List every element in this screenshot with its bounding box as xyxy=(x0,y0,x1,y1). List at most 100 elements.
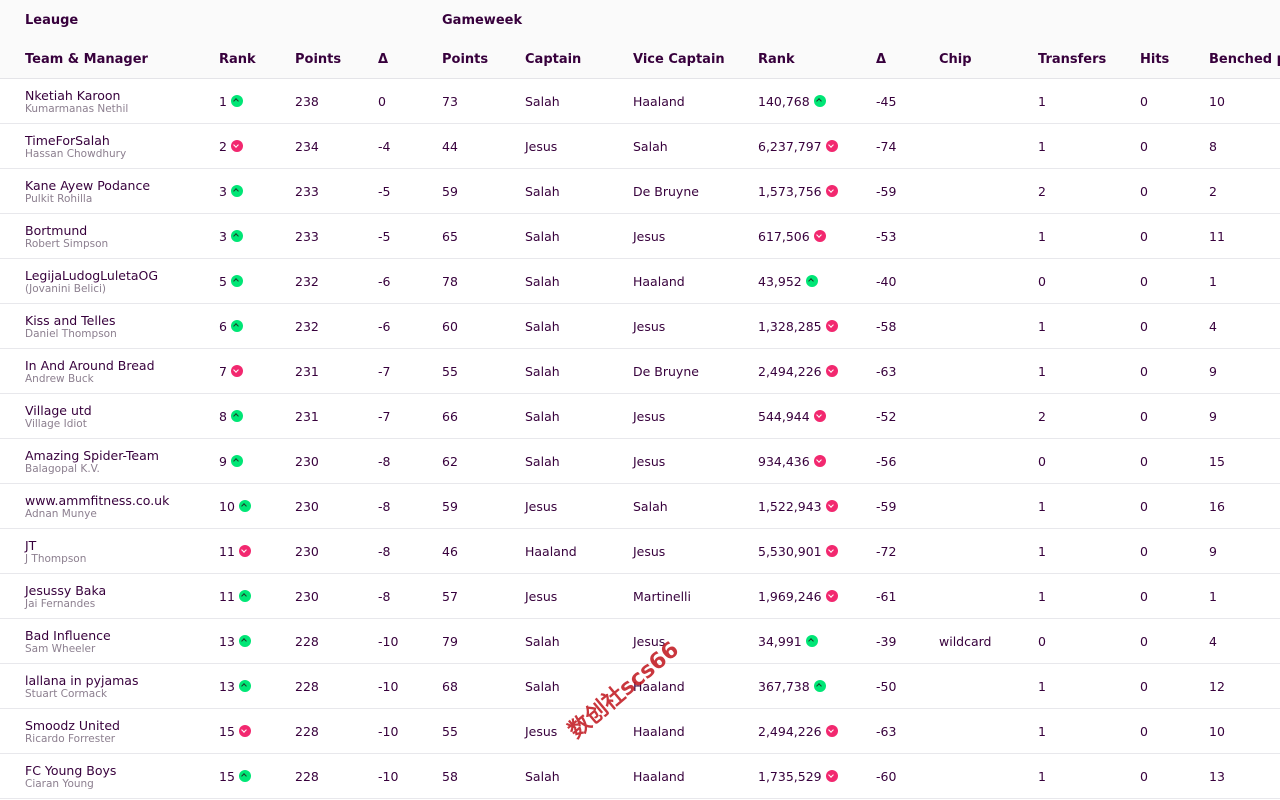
benched-points: 1 xyxy=(1209,274,1217,289)
table-row[interactable]: Village utd Village Idiot 8 231 -7 66 Sa… xyxy=(0,394,1280,439)
gw-points: 66 xyxy=(442,409,458,424)
transfers: 0 xyxy=(1038,454,1046,469)
vice-captain: Martinelli xyxy=(633,589,691,604)
team-name[interactable]: Kiss and Telles xyxy=(25,313,116,328)
rank-change-icon xyxy=(230,140,243,152)
gw-points: 44 xyxy=(442,139,458,154)
transfers: 1 xyxy=(1038,94,1046,109)
vice-captain: Jesus xyxy=(633,319,666,334)
hits: 0 xyxy=(1140,499,1148,514)
team-name[interactable]: Amazing Spider-Team xyxy=(25,448,159,463)
hits: 0 xyxy=(1140,94,1148,109)
col-header-benched[interactable]: Benched p xyxy=(1209,52,1280,67)
rank-change-icon xyxy=(238,545,251,557)
transfers: 1 xyxy=(1038,364,1046,379)
col-header-gw-rank[interactable]: Rank xyxy=(758,52,795,67)
table-row[interactable]: www.ammfitness.co.uk Adnan Munye 10 230 … xyxy=(0,484,1280,529)
col-header-captain[interactable]: Captain xyxy=(525,52,581,67)
table-row[interactable]: JT J Thompson 11 230 -8 46 Haaland Jesus… xyxy=(0,529,1280,574)
team-name[interactable]: Bad Influence xyxy=(25,628,111,643)
col-header-vice-captain[interactable]: Vice Captain xyxy=(633,52,725,67)
gw-points: 60 xyxy=(442,319,458,334)
col-header-rank[interactable]: Rank xyxy=(219,52,256,67)
team-name[interactable]: Smoodz United xyxy=(25,718,120,733)
rank-change-icon xyxy=(230,455,243,467)
hits: 0 xyxy=(1140,454,1148,469)
gw-delta: -72 xyxy=(876,544,897,559)
col-header-transfers[interactable]: Transfers xyxy=(1038,52,1106,67)
league-delta: -6 xyxy=(378,319,391,334)
table-row[interactable]: Nketiah Karoon Kumarmanas Nethil 1 238 0… xyxy=(0,79,1280,124)
table-row[interactable]: Bortmund Robert Simpson 3 233 -5 65 Sala… xyxy=(0,214,1280,259)
col-header-points[interactable]: Points xyxy=(295,52,341,67)
team-name[interactable]: JT xyxy=(25,538,36,553)
hits: 0 xyxy=(1140,274,1148,289)
team-name[interactable]: In And Around Bread xyxy=(25,358,155,373)
team-name[interactable]: Jesussy Baka xyxy=(25,583,106,598)
group-header-row: Leauge Gameweek xyxy=(0,0,1280,40)
captain: Jesus xyxy=(525,589,558,604)
table-row[interactable]: Amazing Spider-Team Balagopal K.V. 9 230… xyxy=(0,439,1280,484)
league-rank: 11 xyxy=(219,589,251,604)
col-header-team[interactable]: Team & Manager xyxy=(25,52,148,67)
rank-change-icon xyxy=(230,365,243,377)
league-rank: 3 xyxy=(219,229,243,244)
team-name[interactable]: lallana in pyjamas xyxy=(25,673,138,688)
team-name[interactable]: www.ammfitness.co.uk xyxy=(25,493,169,508)
league-group-label: Leauge xyxy=(25,13,79,28)
gw-delta: -58 xyxy=(876,319,897,334)
benched-points: 1 xyxy=(1209,589,1217,604)
gw-rank-change-icon xyxy=(825,500,838,512)
hits: 0 xyxy=(1140,139,1148,154)
table-row[interactable]: Smoodz United Ricardo Forrester 15 228 -… xyxy=(0,709,1280,754)
team-name[interactable]: Nketiah Karoon xyxy=(25,88,120,103)
vice-captain: Salah xyxy=(633,139,668,154)
benched-points: 8 xyxy=(1209,139,1217,154)
rank-change-icon xyxy=(238,590,251,602)
gw-rank: 43,952 xyxy=(758,274,818,289)
col-header-gw-points[interactable]: Points xyxy=(442,52,488,67)
col-header-delta[interactable]: Δ xyxy=(378,52,388,67)
league-rank: 15 xyxy=(219,769,251,784)
benched-points: 10 xyxy=(1209,94,1225,109)
col-header-chip[interactable]: Chip xyxy=(939,52,972,67)
transfers: 1 xyxy=(1038,769,1046,784)
table-row[interactable]: FC Young Boys Ciaran Young 15 228 -10 58… xyxy=(0,754,1280,799)
table-row[interactable]: Kane Ayew Podance Pulkit Rohilla 3 233 -… xyxy=(0,169,1280,214)
gw-rank: 140,768 xyxy=(758,94,826,109)
team-name[interactable]: Bortmund xyxy=(25,223,87,238)
league-rank: 2 xyxy=(219,139,243,154)
gw-rank: 2,494,226 xyxy=(758,364,838,379)
league-delta: -7 xyxy=(378,409,391,424)
team-name[interactable]: Kane Ayew Podance xyxy=(25,178,150,193)
hits: 0 xyxy=(1140,679,1148,694)
benched-points: 9 xyxy=(1209,364,1217,379)
team-name[interactable]: LegijaLudogLuletaOG xyxy=(25,268,158,283)
captain: Jesus xyxy=(525,724,558,739)
col-header-hits[interactable]: Hits xyxy=(1140,52,1169,67)
rank-change-icon xyxy=(238,770,251,782)
rank-change-icon xyxy=(230,320,243,332)
league-delta: -7 xyxy=(378,364,391,379)
col-header-gw-delta[interactable]: Δ xyxy=(876,52,886,67)
table-row[interactable]: LegijaLudogLuletaOG (Jovanini Belici) 5 … xyxy=(0,259,1280,304)
league-points: 233 xyxy=(295,229,319,244)
league-points: 230 xyxy=(295,454,319,469)
table-row[interactable]: Kiss and Telles Daniel Thompson 6 232 -6… xyxy=(0,304,1280,349)
team-name[interactable]: TimeForSalah xyxy=(25,133,110,148)
transfers: 1 xyxy=(1038,139,1046,154)
rank-change-icon xyxy=(230,275,243,287)
league-points: 238 xyxy=(295,94,319,109)
team-name[interactable]: FC Young Boys xyxy=(25,763,116,778)
vice-captain: Jesus xyxy=(633,544,666,559)
captain: Salah xyxy=(525,94,560,109)
league-points: 228 xyxy=(295,724,319,739)
league-points: 228 xyxy=(295,634,319,649)
gw-delta: -40 xyxy=(876,274,897,289)
table-row[interactable]: TimeForSalah Hassan Chowdhury 2 234 -4 4… xyxy=(0,124,1280,169)
transfers: 1 xyxy=(1038,319,1046,334)
transfers: 0 xyxy=(1038,634,1046,649)
table-row[interactable]: In And Around Bread Andrew Buck 7 231 -7… xyxy=(0,349,1280,394)
table-row[interactable]: Jesussy Baka Jai Fernandes 11 230 -8 57 … xyxy=(0,574,1280,619)
team-name[interactable]: Village utd xyxy=(25,403,92,418)
